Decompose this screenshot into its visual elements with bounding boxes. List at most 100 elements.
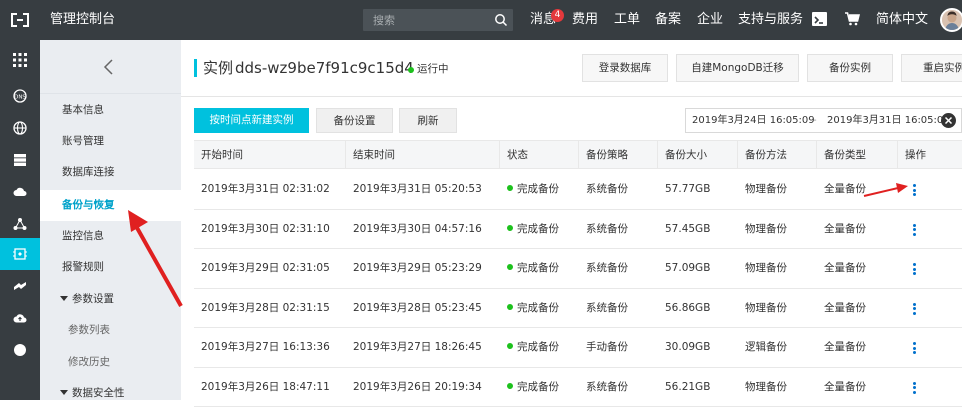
cell-start: 2019年3月27日 16:13:36 [201,341,330,353]
cloud-icon [13,187,27,196]
sidebar-item-change-history[interactable]: 修改历史 [40,347,181,378]
cell-type: 全量备份 [824,301,866,314]
nav-support[interactable]: 支持与服务 [738,12,803,28]
date-end[interactable]: 2019年3月31日 16:05:09 [827,109,950,132]
table-row[interactable]: 2019年3月28日 02:31:15 2019年3月28日 05:23:45 完成… [194,288,962,328]
restart-instance-button[interactable]: 重启实例 [901,54,962,82]
cell-status: 完成备份 [500,328,559,367]
more-vertical-icon[interactable] [913,223,916,236]
sidebar-item-monitoring[interactable]: 监控信息 [40,221,181,252]
cloud-upload-icon [13,314,27,323]
col-action: 操作 [905,149,926,161]
nav-tickets[interactable]: 工单 [614,12,640,28]
sidebar-item-basic-info[interactable]: 基本信息 [40,95,181,126]
cell-policy: 系统备份 [586,183,628,195]
database-icon [14,154,26,166]
sidebar-item-param-list[interactable]: 参数列表 [40,315,181,346]
cell-status: 完成备份 [500,170,559,209]
rail-item-circle[interactable] [0,334,40,366]
status-dot-icon [507,185,513,191]
login-db-button[interactable]: 登录数据库 [582,54,668,82]
nav-enterprise[interactable]: 企业 [697,12,723,28]
instance-sidebar: 基本信息 账号管理 数据库连接 备份与恢复 监控信息 报警规则 参数设置 参数列… [40,40,181,400]
more-vertical-icon[interactable] [913,381,916,394]
more-vertical-icon[interactable] [913,184,916,196]
backup-settings-button[interactable]: 备份设置 [316,108,393,133]
col-method[interactable]: 备份方法 [738,141,817,169]
sidebar-group-security-label: 数据安全性 [72,387,125,399]
refresh-button[interactable]: 刷新 [399,108,457,133]
more-vertical-icon[interactable] [913,302,916,315]
cell-status: 完成备份 [500,249,559,288]
messages-badge: 4 [551,9,564,22]
cell-end: 2019年3月27日 18:26:45 [353,341,482,353]
cell-type: 全量备份 [824,222,866,235]
migrate-mongodb-button[interactable]: 自建MongoDB迁移 [676,54,799,82]
top-navigation-bar: 管理控制台 消息 4 费用 工单 备案 企业 支持与服务 简体中文 [0,0,962,40]
avatar[interactable] [940,8,962,32]
sidebar-item-db-connection[interactable]: 数据库连接 [40,157,181,188]
rail-item-database[interactable] [0,144,40,176]
table-row[interactable]: 2019年3月31日 02:31:02 2019年3月31日 05:20:53 完成… [194,170,962,210]
sidebar-item-backup-restore[interactable]: 备份与恢复 [40,190,181,221]
console-title[interactable]: 管理控制台 [50,12,115,28]
status-text: 完成备份 [517,380,559,393]
rail-item-dns[interactable]: DNS [0,80,40,112]
cart-icon[interactable] [844,11,860,27]
table-row[interactable]: 2019年3月30日 02:31:10 2019年3月30日 04:57:16 完成… [194,209,962,249]
table-row[interactable]: 2019年3月26日 18:47:11 2019年3月26日 20:19:34 完成… [194,367,962,407]
page-title-label: 实例 [203,59,234,77]
sidebar-item-alarm-rules[interactable]: 报警规则 [40,252,181,283]
sidebar-item-accounts[interactable]: 账号管理 [40,126,181,157]
col-end-time[interactable]: 结束时间 [346,141,500,169]
status-dot-icon [507,303,513,310]
cell-start: 2019年3月31日 02:31:02 [201,183,330,195]
sidebar-group-params-label: 参数设置 [72,293,114,305]
col-start-time[interactable]: 开始时间 [194,141,346,169]
more-vertical-icon[interactable] [913,263,916,275]
logo-icon[interactable] [9,11,31,29]
rail-item-grid[interactable] [0,44,40,76]
col-status[interactable]: 状态 [500,141,579,169]
table-row[interactable]: 2019年3月27日 16:13:36 2019年3月27日 18:26:45 完成… [194,328,962,368]
table-row[interactable]: 2019年3月29日 02:31:05 2019年3月29日 05:23:29 完成… [194,249,962,289]
rail-item-globe[interactable] [0,112,40,144]
svg-text:DNS: DNS [14,95,26,101]
new-instance-by-time-button[interactable]: 按时间点新建实例 [194,108,309,133]
col-type[interactable]: 备份类型 [817,141,898,169]
nav-filing[interactable]: 备案 [655,12,681,28]
sidebar-group-security[interactable]: 数据安全性 [40,378,181,409]
cell-size: 56.21GB [665,380,711,393]
nav-costs[interactable]: 费用 [572,12,598,28]
date-start[interactable]: 2019年3月24日 16:05:09 [692,109,815,132]
chevron-left-icon [103,59,113,75]
terminal-icon[interactable] [812,12,827,26]
search-box[interactable] [363,9,513,31]
col-policy[interactable]: 备份策略 [579,141,658,169]
rail-item-network[interactable] [0,208,40,240]
search-input[interactable] [363,9,488,31]
rail-item-cloud-upload[interactable] [0,302,40,334]
status-text: 完成备份 [517,262,559,274]
col-size[interactable]: 备份大小 [658,141,738,169]
backup-instance-button[interactable]: 备份实例 [807,54,893,82]
rail-item-active-product[interactable] [0,238,40,270]
network-icon [13,218,27,230]
rail-item-cloud[interactable] [0,176,40,208]
more-vertical-icon[interactable] [913,342,916,354]
cell-policy: 系统备份 [586,262,628,274]
sidebar-group-params[interactable]: 参数设置 [40,284,181,315]
back-button[interactable] [40,40,181,94]
active-product-icon [13,248,27,260]
date-range-picker[interactable]: 2019年3月24日 16:05:09 - 2019年3月31日 16:05:0… [685,108,962,133]
cell-start: 2019年3月30日 02:31:10 [201,222,330,235]
clear-icon[interactable] [941,113,956,128]
status-dot-icon [507,343,513,349]
status-dot-icon [507,264,513,270]
rail-item-transfer[interactable] [0,270,40,302]
status-dot-icon [408,67,414,73]
search-icon[interactable] [494,13,508,27]
cell-policy: 系统备份 [586,222,628,235]
grid-icon [13,53,27,67]
nav-language[interactable]: 简体中文 [876,12,928,28]
